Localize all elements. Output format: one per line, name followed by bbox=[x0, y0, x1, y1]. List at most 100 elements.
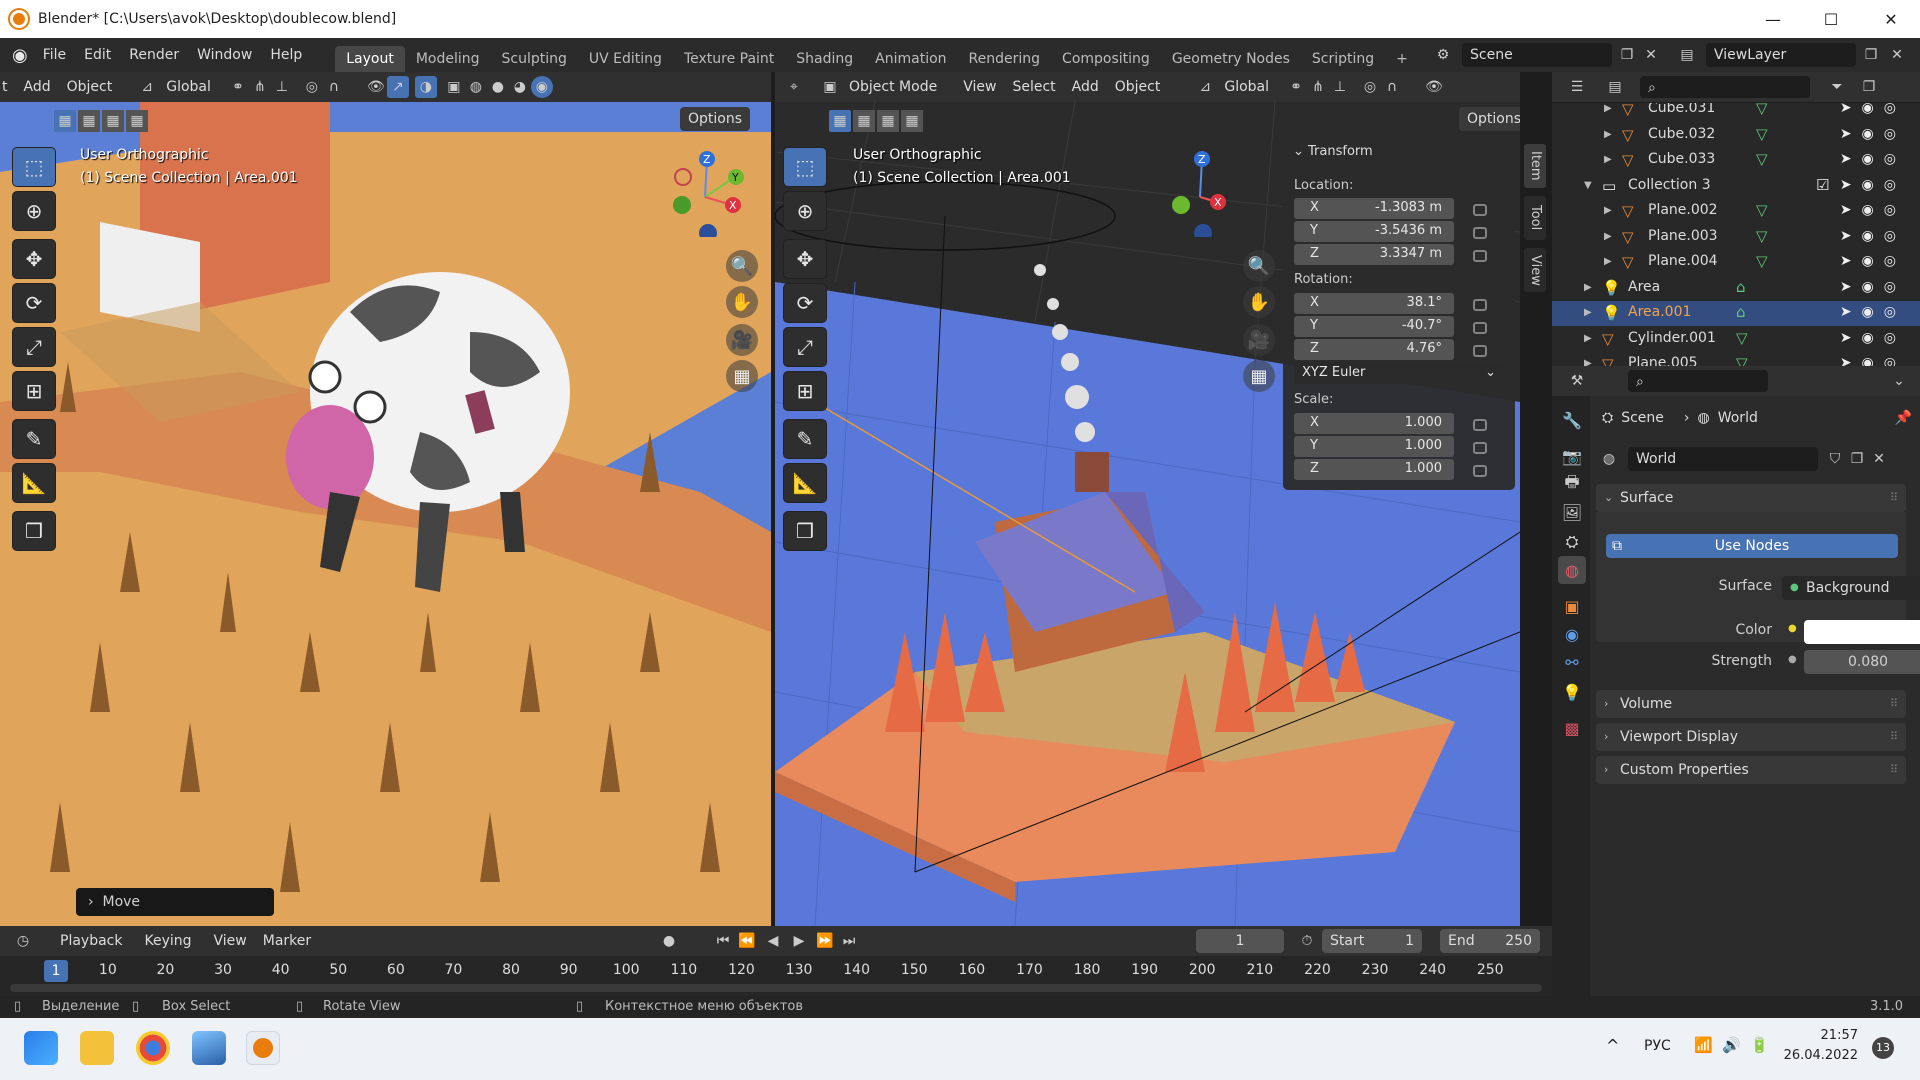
left-header-truncated-menu[interactable]: t bbox=[0, 72, 16, 102]
add-cube-tool-icon[interactable]: ❒ bbox=[12, 511, 56, 551]
menu-file[interactable]: File bbox=[34, 38, 75, 72]
lock-icon[interactable] bbox=[1473, 345, 1487, 357]
right-header-select-menu[interactable]: Select bbox=[1004, 72, 1063, 102]
right-proportional-icon[interactable]: ◎ bbox=[1359, 76, 1381, 98]
delete-scene-icon[interactable]: ✕ bbox=[1640, 44, 1662, 66]
right-header-view-menu[interactable]: View bbox=[955, 72, 1004, 102]
right-visibility-icon[interactable]: 👁 bbox=[1423, 76, 1445, 98]
right-snap-target-icon[interactable]: ⊥ bbox=[1329, 76, 1351, 98]
language-indicator[interactable]: РУС bbox=[1644, 1038, 1671, 1054]
view-layer-icon[interactable]: ▤ bbox=[1676, 44, 1698, 66]
render-tab-icon[interactable]: 📷 bbox=[1558, 442, 1586, 470]
editor-type-icon[interactable]: ⌖ bbox=[783, 76, 805, 98]
measure-tool-icon[interactable]: 📐 bbox=[12, 463, 56, 503]
lock-icon[interactable] bbox=[1473, 250, 1487, 262]
select-subtract-icon[interactable]: ▦ bbox=[102, 110, 124, 132]
visibility-toggles-icon[interactable]: ➤◉◎ bbox=[1840, 151, 1906, 167]
left-zoom-icon[interactable]: 🔍 bbox=[726, 250, 758, 282]
pivot-icon[interactable]: ⚭ bbox=[227, 76, 249, 98]
left-header-add-menu[interactable]: Add bbox=[16, 72, 59, 102]
properties-editor-icon[interactable]: ⚒ bbox=[1566, 370, 1588, 392]
expand-right-icon[interactable]: ▶ bbox=[1584, 358, 1592, 366]
chrome-icon[interactable] bbox=[136, 1031, 170, 1065]
left-nav-gizmo-icon[interactable]: Z Y X bbox=[660, 147, 750, 237]
photos-icon[interactable] bbox=[192, 1031, 226, 1065]
last-operator-panel[interactable]: › Move bbox=[76, 888, 274, 916]
world-browse-icon[interactable]: ◍ bbox=[1598, 448, 1620, 470]
mesh-data-icon[interactable]: ▽ bbox=[1756, 252, 1768, 270]
scene-name-field[interactable]: Scene bbox=[1462, 43, 1612, 67]
scene-tab-icon[interactable]: ⛭ bbox=[1558, 528, 1586, 556]
lock-icon[interactable] bbox=[1473, 442, 1487, 454]
location-x-field[interactable]: X -1.3083 m bbox=[1294, 198, 1454, 219]
visibility-toggles-icon[interactable]: ➤◉◎ bbox=[1840, 330, 1906, 346]
expand-right-icon[interactable]: ▶ bbox=[1584, 333, 1592, 344]
rotation-y-field[interactable]: Y -40.7° bbox=[1294, 316, 1454, 337]
proportional-edit-icon[interactable]: ◎ bbox=[301, 76, 323, 98]
mesh-data-icon[interactable]: ▽ bbox=[1756, 227, 1768, 245]
output-tab-icon[interactable]: 🖶 bbox=[1558, 470, 1586, 498]
overlay-toggle-icon[interactable]: ◑ bbox=[414, 76, 437, 98]
right-zoom-icon[interactable]: 🔍 bbox=[1243, 250, 1275, 282]
rotation-x-field[interactable]: X 38.1° bbox=[1294, 293, 1454, 314]
drag-grip-icon[interactable]: ⠿ bbox=[1890, 484, 1898, 512]
right-header-add-menu[interactable]: Add bbox=[1064, 72, 1107, 102]
new-collection-icon[interactable]: ❐ bbox=[1858, 76, 1880, 98]
tab-scripting[interactable]: Scripting bbox=[1301, 46, 1385, 72]
lock-icon[interactable] bbox=[1473, 322, 1487, 334]
strength-field[interactable]: 0.080 bbox=[1804, 650, 1920, 674]
tool-tab-icon[interactable]: 🔧 bbox=[1558, 406, 1586, 434]
expand-right-icon[interactable]: ▶ bbox=[1584, 307, 1592, 318]
outliner-row[interactable]: ▶ ▽ Cylinder.001 ▽ ➤◉◎ bbox=[1552, 327, 1920, 352]
rotation-mode-dropdown[interactable]: XYZ Euler ⌄ bbox=[1294, 363, 1504, 384]
tab-animation[interactable]: Animation bbox=[864, 46, 957, 72]
tab-geometry-nodes[interactable]: Geometry Nodes bbox=[1161, 46, 1301, 72]
outliner-row[interactable]: ▶ ▽ Plane.003 ▽ ➤◉◎ bbox=[1552, 225, 1920, 250]
snap-target-icon[interactable]: ⊥ bbox=[271, 76, 293, 98]
lock-icon[interactable] bbox=[1473, 419, 1487, 431]
unlink-world-icon[interactable]: ✕ bbox=[1868, 448, 1890, 470]
tab-rendering[interactable]: Rendering bbox=[958, 46, 1052, 72]
outliner-row[interactable]: ▼ ▭ Collection 3 ☑ ➤◉◎ bbox=[1552, 174, 1920, 199]
falloff-icon[interactable]: ∩ bbox=[323, 76, 345, 98]
visibility-toggles-icon[interactable]: ➤◉◎ bbox=[1840, 202, 1906, 218]
right-ortho-grid-icon[interactable]: ▦ bbox=[1243, 360, 1275, 392]
rotation-z-field[interactable]: Z 4.76° bbox=[1294, 339, 1454, 360]
display-mode-icon[interactable]: ▤ bbox=[1604, 76, 1626, 98]
left-ortho-grid-icon[interactable]: ▦ bbox=[726, 360, 758, 392]
blender-menu-icon[interactable]: ◉ bbox=[12, 45, 28, 66]
battery-icon[interactable]: 🔋 bbox=[1750, 1036, 1769, 1054]
minimize-button[interactable]: — bbox=[1744, 0, 1802, 38]
menu-edit[interactable]: Edit bbox=[75, 38, 120, 72]
shading-solid-icon[interactable]: ● bbox=[487, 76, 509, 98]
outliner-row[interactable]: ▶ 💡 Area.001 ⌂ ➤◉◎ bbox=[1552, 301, 1920, 326]
drag-grip-icon[interactable]: ⠿ bbox=[1890, 756, 1898, 784]
outliner-row[interactable]: ▶ ▽ Cube.032 ▽ ➤◉◎ bbox=[1552, 123, 1920, 148]
visibility-toggles-icon[interactable]: ➤◉◎ bbox=[1840, 279, 1906, 295]
clock-time[interactable]: 21:57 bbox=[1798, 1028, 1858, 1043]
add-workspace-button[interactable]: + bbox=[1385, 46, 1419, 72]
wifi-icon[interactable]: 📶 bbox=[1694, 1036, 1713, 1054]
mesh-data-icon[interactable]: ▽ bbox=[1736, 354, 1748, 366]
volume-icon[interactable]: 🔊 bbox=[1722, 1036, 1741, 1054]
mesh-data-icon[interactable]: ▽ bbox=[1756, 150, 1768, 168]
fake-user-shield-icon[interactable]: ⛉ bbox=[1824, 448, 1846, 470]
expand-right-icon[interactable]: ▶ bbox=[1604, 154, 1612, 165]
expand-right-icon[interactable]: ▶ bbox=[1604, 231, 1612, 242]
expand-down-icon[interactable]: ▼ bbox=[1584, 180, 1592, 191]
object-mode-dropdown[interactable]: Object Mode bbox=[841, 72, 945, 102]
mesh-data-icon[interactable]: ▽ bbox=[1756, 103, 1768, 117]
object-tab-icon[interactable]: ▣ bbox=[1558, 592, 1586, 620]
transform-tool-icon[interactable]: ⊞ bbox=[12, 371, 56, 411]
right-select-box-tool-icon[interactable]: ⬚ bbox=[783, 147, 827, 187]
timeline-scrollbar[interactable] bbox=[10, 984, 1542, 992]
outliner-editor-icon[interactable]: ☰ bbox=[1566, 76, 1588, 98]
viewport-display-section-header[interactable]: › Viewport Display ⠿ bbox=[1596, 723, 1906, 751]
tray-chevron-up-icon[interactable]: ^ bbox=[1606, 1036, 1619, 1055]
shading-wireframe-icon[interactable]: ◍ bbox=[465, 76, 487, 98]
left-camera-icon[interactable]: 🎥 bbox=[726, 324, 758, 356]
view-layer-tab-icon[interactable]: 🖼 bbox=[1558, 498, 1586, 526]
visibility-toggles-icon[interactable]: ➤◉◎ bbox=[1840, 177, 1906, 193]
expand-right-icon[interactable]: ▶ bbox=[1604, 256, 1612, 267]
tab-view[interactable]: View bbox=[1524, 248, 1546, 292]
